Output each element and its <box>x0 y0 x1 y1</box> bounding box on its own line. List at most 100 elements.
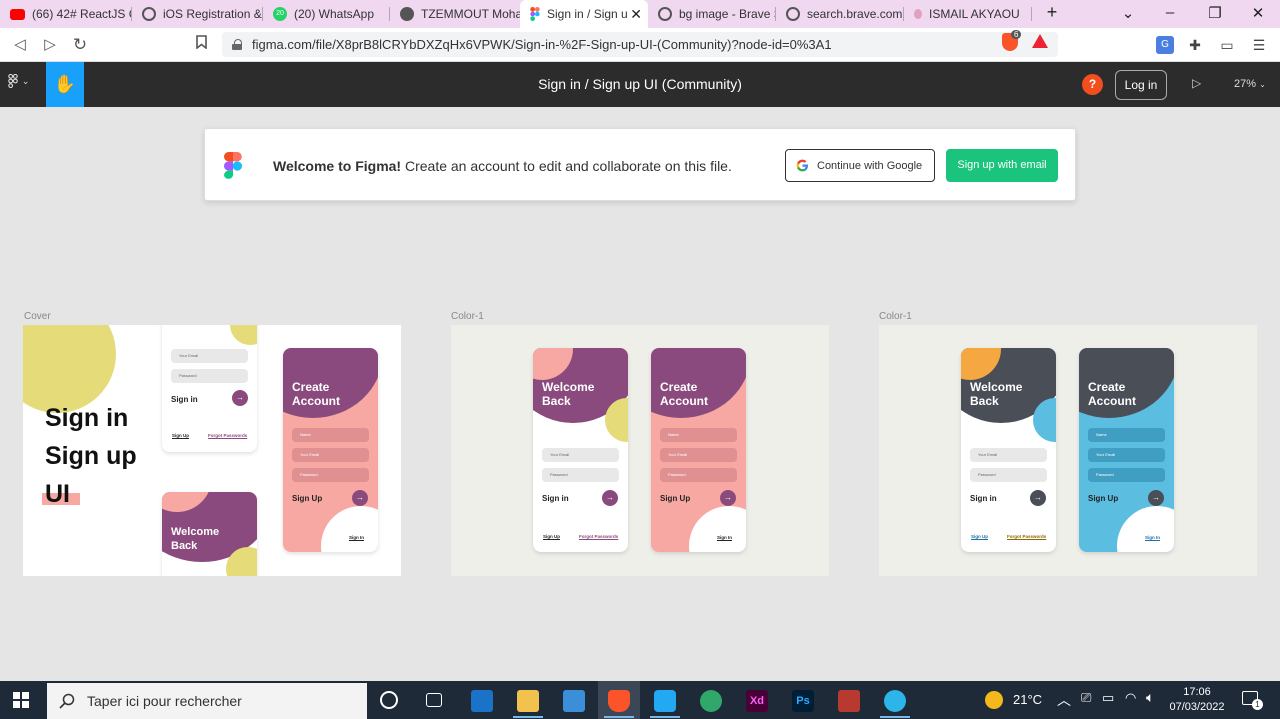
email-field[interactable]: Your Email <box>171 349 248 363</box>
avatar-icon <box>400 7 414 21</box>
tab-search-chevron-icon[interactable]: ⌄ <box>1118 4 1138 22</box>
arrow-right-icon[interactable]: → <box>1030 490 1046 506</box>
forgot-password-link[interactable]: Forgot Passwords <box>579 534 618 539</box>
app-icon[interactable] <box>884 690 906 712</box>
arrow-right-icon[interactable]: → <box>720 490 736 506</box>
globe-icon <box>142 7 156 21</box>
chevron-up-icon[interactable]: ︿ <box>1057 690 1071 710</box>
back-icon[interactable]: ◁ <box>10 35 30 55</box>
frame-label-color-2[interactable]: Color-1 <box>879 311 912 322</box>
winrar-icon[interactable] <box>838 690 860 712</box>
arrow-right-icon[interactable]: → <box>352 490 368 506</box>
present-play-icon[interactable]: ▷ <box>1192 76 1201 90</box>
arrow-right-icon[interactable]: → <box>602 490 618 506</box>
forgot-password-link[interactable]: Forgot Passwords <box>208 433 247 438</box>
cover-frame[interactable]: Sign in Sign up UI Your Email Password S… <box>23 325 401 576</box>
edge-icon[interactable] <box>700 690 722 712</box>
login-button[interactable]: Log in <box>1115 70 1167 100</box>
sign-in-link[interactable]: Sign In <box>1145 535 1160 540</box>
forward-icon[interactable]: ▷ <box>40 35 60 55</box>
frame-label-color-1[interactable]: Color-1 <box>451 311 484 322</box>
tab-youtube[interactable]: (66) 42# ReactJS Cl <box>0 0 132 28</box>
volume-icon[interactable]: 🔈︎ <box>1146 689 1154 706</box>
taskbar-search-box[interactable]: Taper ici pour rechercher <box>47 683 367 719</box>
password-field[interactable]: Password <box>1088 468 1165 482</box>
email-field[interactable]: Your Email <box>660 448 737 462</box>
tab-figma-active[interactable]: Sign in / Sign u ✕ <box>520 0 648 28</box>
extensions-icon[interactable]: ✚ <box>1186 36 1204 54</box>
help-button[interactable]: ? <box>1082 74 1103 95</box>
taskbar-clock[interactable]: 17:06 07/03/2022 <box>1168 685 1226 715</box>
weather-temp[interactable]: 21°C <box>1013 692 1042 707</box>
new-tab-button[interactable]: + <box>1042 2 1062 23</box>
name-field[interactable]: Name <box>292 428 369 442</box>
bookmark-icon[interactable] <box>191 35 211 55</box>
email-field[interactable]: Your Email <box>1088 448 1165 462</box>
forgot-password-link[interactable]: Forgot Passwords <box>1007 534 1046 539</box>
frame-label-cover[interactable]: Cover <box>24 311 51 322</box>
email-field[interactable]: Your Email <box>542 448 619 462</box>
zoom-dropdown[interactable]: 27% ⌄ <box>1234 78 1266 90</box>
email-field[interactable]: Your Email <box>970 448 1047 462</box>
cover-title-line3: UI <box>45 480 70 508</box>
yellow-blob-decoration <box>230 325 257 345</box>
wallet-icon[interactable]: ▭ <box>1218 36 1236 54</box>
windows-start-icon[interactable] <box>13 692 29 708</box>
close-window-icon[interactable]: ✕ <box>1248 4 1268 22</box>
name-field[interactable]: Name <box>1088 428 1165 442</box>
microsoft-store-icon[interactable] <box>563 690 585 712</box>
tab-ios-registration[interactable]: iOS Registration & <box>132 0 263 28</box>
meet-now-icon[interactable]: ⎚ <box>1081 690 1091 706</box>
zoom-value: 27% <box>1234 78 1257 90</box>
password-field[interactable]: Password <box>542 468 619 482</box>
color-2-frame[interactable]: Welcome Back Your Email Password Sign in … <box>879 325 1257 576</box>
task-view-icon[interactable] <box>426 693 442 707</box>
password-field[interactable]: Password <box>970 468 1047 482</box>
site-icon <box>914 9 922 19</box>
globe-icon <box>658 7 672 21</box>
photoshop-icon[interactable]: Ps <box>792 690 814 712</box>
file-explorer-icon[interactable] <box>517 690 539 712</box>
cortana-icon[interactable] <box>380 691 398 709</box>
password-field[interactable]: Password <box>660 468 737 482</box>
name-field[interactable]: Name <box>660 428 737 442</box>
sign-up-link[interactable]: Sign Up <box>971 534 988 539</box>
sign-in-label: Sign in <box>171 395 198 404</box>
adobe-xd-icon[interactable]: Xd <box>746 690 768 712</box>
password-field[interactable]: Password <box>292 468 369 482</box>
continue-with-google-button[interactable]: Continue with Google <box>785 149 935 182</box>
sign-up-link[interactable]: Sign Up <box>543 534 560 539</box>
minimize-icon[interactable]: – <box>1160 4 1180 21</box>
sign-up-link[interactable]: Sign Up <box>172 433 189 438</box>
tab-ismail[interactable]: ISMAIL AKYAOU <box>904 0 1032 28</box>
tab-tzemmout[interactable]: TZEMMOUT Moha <box>390 0 520 28</box>
brave-browser-icon[interactable] <box>608 690 630 712</box>
cover-welcome-card: Welcome Back <box>162 492 257 576</box>
weather-sun-icon[interactable] <box>985 691 1003 709</box>
email-field[interactable]: Your Email <box>292 448 369 462</box>
close-tab-icon[interactable]: ✕ <box>630 6 642 23</box>
tab-bg-image[interactable]: bg image - Brave S <box>648 0 776 28</box>
arrow-right-icon[interactable]: → <box>232 390 248 406</box>
tab-search-brave[interactable]: search.brave.com <box>776 0 904 28</box>
welcome-back-title: Welcome Back <box>171 526 220 552</box>
color-1-frame[interactable]: Welcome Back Your Email Password Sign in … <box>451 325 829 576</box>
battery-icon[interactable]: ▭ <box>1102 690 1114 706</box>
translate-icon[interactable]: G <box>1156 36 1174 54</box>
brave-rewards-icon[interactable] <box>1032 34 1048 48</box>
url-field[interactable]: figma.com/file/X8prB8lCRYbDXZqHx6VPWK/Si… <box>222 32 1058 57</box>
vscode-icon[interactable] <box>654 690 676 712</box>
wifi-icon[interactable]: ◠ <box>1125 690 1136 706</box>
reload-icon[interactable]: ↻ <box>70 35 90 55</box>
cover-signin-card: Your Email Password Sign in → Sign Up Fo… <box>162 325 257 452</box>
restore-icon[interactable]: ❐ <box>1205 4 1225 22</box>
mail-icon[interactable] <box>471 690 493 712</box>
address-bar-row: ◁ ▷ ↻ figma.com/file/X8prB8lCRYbDXZqHx6V… <box>0 28 1280 62</box>
sign-in-link[interactable]: Sign In <box>349 535 364 540</box>
tab-whatsapp[interactable]: 20 (20) WhatsApp <box>263 0 390 28</box>
password-field[interactable]: Password <box>171 369 248 383</box>
arrow-right-icon[interactable]: → <box>1148 490 1164 506</box>
sign-in-link[interactable]: Sign In <box>717 535 732 540</box>
menu-icon[interactable]: ☰ <box>1250 36 1268 54</box>
sign-up-with-email-button[interactable]: Sign up with email <box>946 149 1058 182</box>
